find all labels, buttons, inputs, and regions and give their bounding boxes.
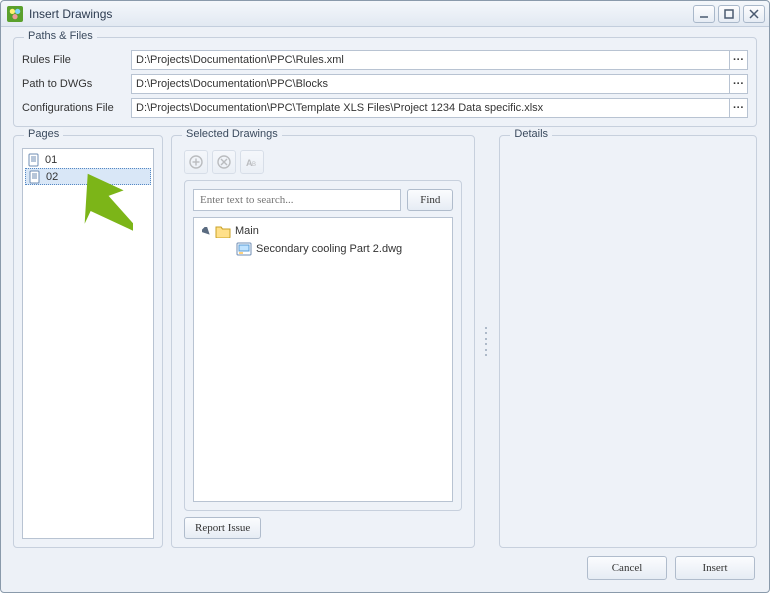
expander-icon[interactable] — [202, 227, 211, 236]
configurations-file-browse-button[interactable]: ··· — [729, 99, 747, 117]
insert-button[interactable]: Insert — [675, 556, 755, 580]
close-button[interactable] — [743, 5, 765, 23]
path-to-dwgs-browse-button[interactable]: ··· — [729, 75, 747, 93]
paths-group: Paths & Files Rules File ··· Path to DWG… — [13, 37, 757, 127]
app-icon — [7, 6, 23, 22]
tree-node-file[interactable]: Secondary cooling Part 2.dwg — [198, 240, 448, 258]
path-to-dwgs-field: ··· — [131, 74, 748, 94]
pages-list[interactable]: 01 02 — [22, 148, 154, 539]
details-group: Details — [499, 135, 757, 548]
svg-text:B: B — [252, 162, 256, 168]
folder-icon — [215, 224, 231, 238]
path-to-dwgs-input[interactable] — [132, 78, 729, 90]
dialog-footer: Cancel Insert — [13, 556, 757, 582]
details-legend: Details — [510, 128, 552, 140]
selected-toolbar: AB — [180, 148, 466, 180]
paths-legend: Paths & Files — [24, 30, 97, 42]
rules-file-browse-button[interactable]: ··· — [729, 51, 747, 69]
tree-node-label: Secondary cooling Part 2.dwg — [256, 243, 402, 255]
report-issue-button[interactable]: Report Issue — [184, 517, 261, 539]
page-icon — [27, 153, 41, 167]
find-button[interactable]: Find — [407, 189, 453, 211]
remove-button[interactable] — [212, 150, 236, 174]
details-body — [500, 136, 756, 547]
page-icon — [28, 170, 42, 184]
page-item[interactable]: 02 — [25, 168, 151, 185]
pages-legend: Pages — [24, 128, 63, 140]
configurations-file-field: ··· — [131, 98, 748, 118]
add-button[interactable] — [184, 150, 208, 174]
pages-group: Pages 01 — [13, 135, 163, 548]
tree-node-label: Main — [235, 225, 259, 237]
insert-drawings-dialog: Insert Drawings Paths & Files Rules File… — [0, 0, 770, 593]
minimize-button[interactable] — [693, 5, 715, 23]
page-item[interactable]: 01 — [23, 151, 153, 168]
splitter[interactable] — [483, 135, 491, 548]
selected-drawings-group: Selected Drawings AB — [171, 135, 475, 548]
configurations-file-label: Configurations File — [22, 102, 127, 114]
path-to-dwgs-label: Path to DWGs — [22, 78, 127, 90]
page-item-label: 02 — [46, 171, 58, 183]
titlebar: Insert Drawings — [1, 1, 769, 27]
selected-drawings-legend: Selected Drawings — [182, 128, 282, 140]
rules-file-label: Rules File — [22, 54, 127, 66]
text-settings-button[interactable]: AB — [240, 150, 264, 174]
dwg-file-icon — [236, 242, 252, 256]
page-item-label: 01 — [45, 154, 57, 166]
drawings-tree[interactable]: Main Secondary cooling Part 2.dwg — [193, 217, 453, 502]
maximize-button[interactable] — [718, 5, 740, 23]
configurations-file-input[interactable] — [132, 102, 729, 114]
window-title: Insert Drawings — [29, 7, 690, 21]
tree-node-root[interactable]: Main — [198, 222, 448, 240]
cancel-button[interactable]: Cancel — [587, 556, 667, 580]
search-input[interactable] — [193, 189, 401, 211]
rules-file-field: ··· — [131, 50, 748, 70]
search-panel: Find Main — [184, 180, 462, 511]
rules-file-input[interactable] — [132, 54, 729, 66]
